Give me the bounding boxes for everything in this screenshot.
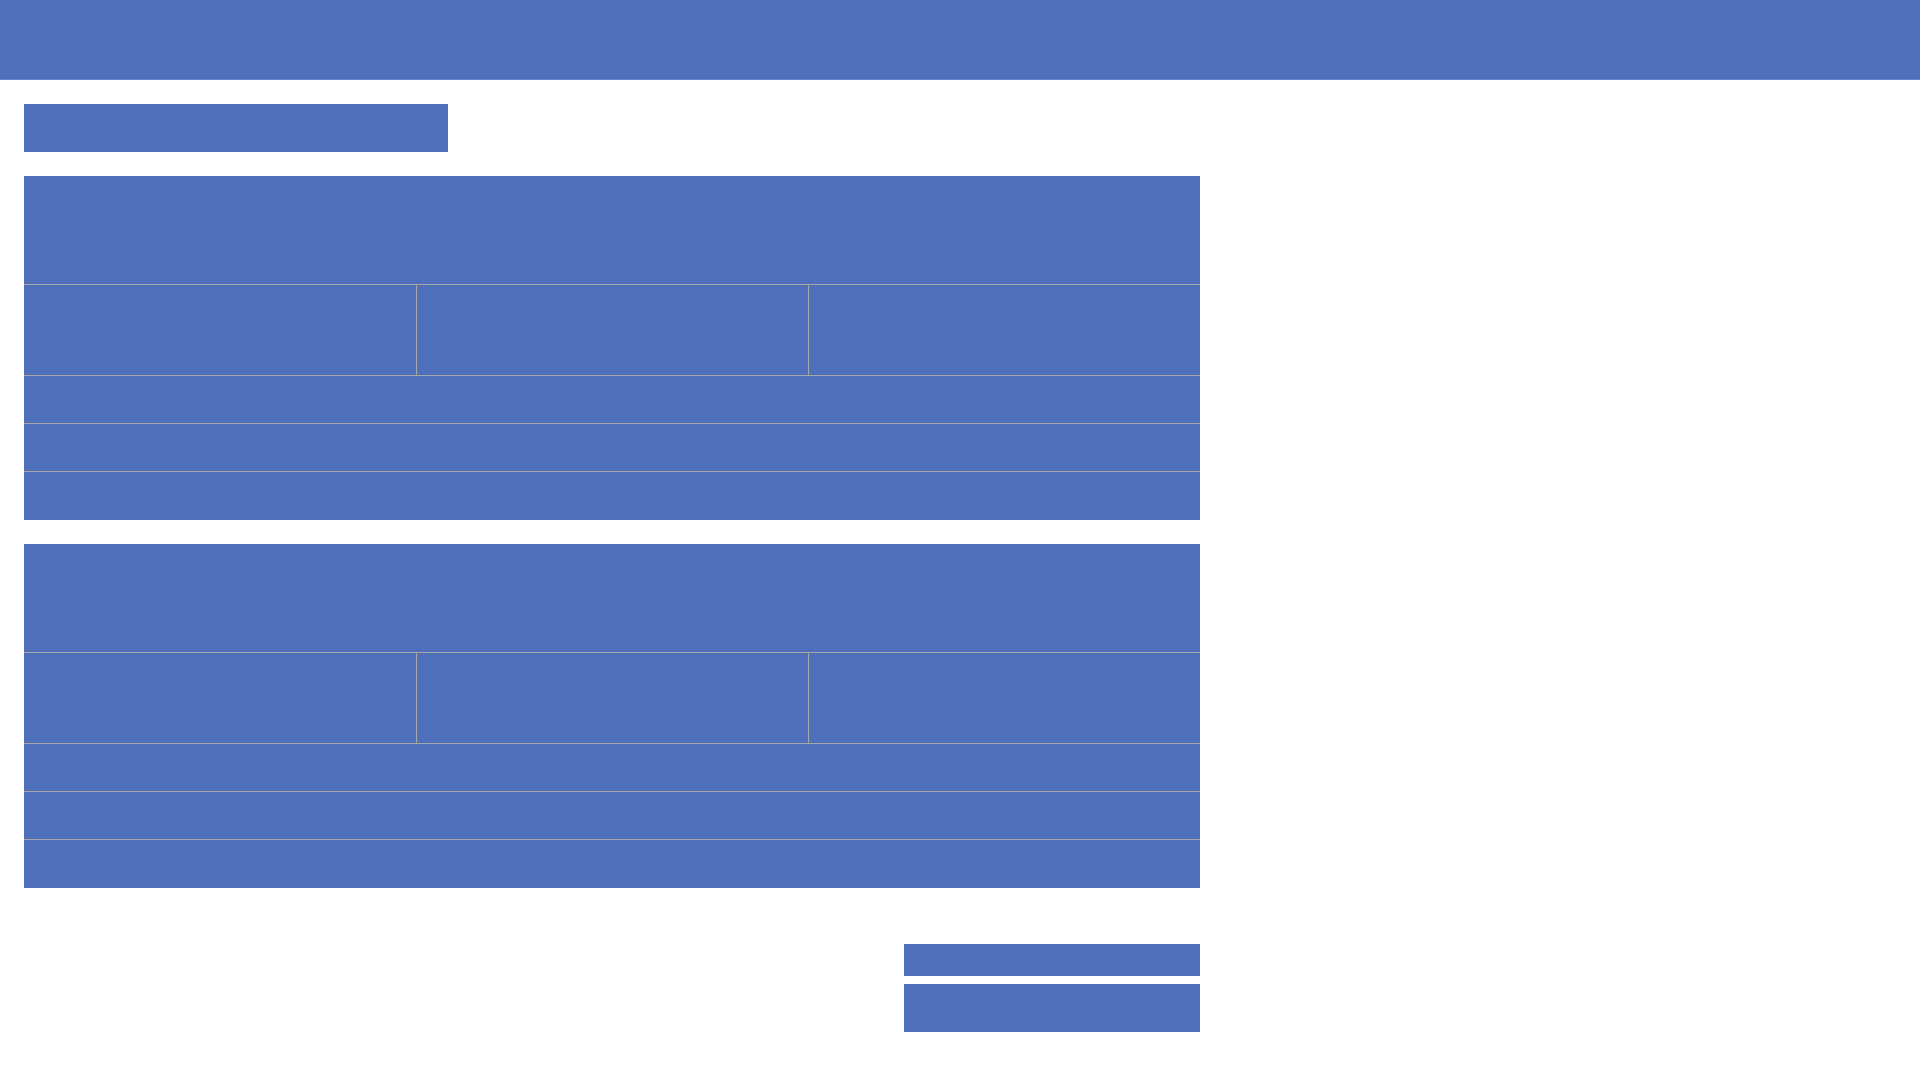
card-2-cell-row bbox=[24, 653, 1200, 744]
card-2 bbox=[24, 544, 1200, 888]
card-1-row-3 bbox=[24, 472, 1200, 520]
card-1-cell-3 bbox=[808, 285, 1200, 375]
card-2-cell-1 bbox=[24, 653, 416, 743]
card-1-cell-1 bbox=[24, 285, 416, 375]
card-1-cell-2 bbox=[416, 285, 808, 375]
card-1-cell-row bbox=[24, 285, 1200, 376]
card-1-row-2 bbox=[24, 424, 1200, 472]
footer-block-2 bbox=[904, 984, 1200, 1032]
header-bar bbox=[0, 0, 1920, 80]
card-1 bbox=[24, 176, 1200, 520]
card-2-row-2 bbox=[24, 792, 1200, 840]
footer-block-1 bbox=[904, 944, 1200, 976]
card-2-row-3 bbox=[24, 840, 1200, 888]
card-2-row-1 bbox=[24, 744, 1200, 792]
card-2-cell-3 bbox=[808, 653, 1200, 743]
page-title-block bbox=[24, 104, 448, 152]
card-2-cell-2 bbox=[416, 653, 808, 743]
card-1-row-1 bbox=[24, 376, 1200, 424]
card-1-header bbox=[24, 176, 1200, 285]
card-2-header bbox=[24, 544, 1200, 653]
